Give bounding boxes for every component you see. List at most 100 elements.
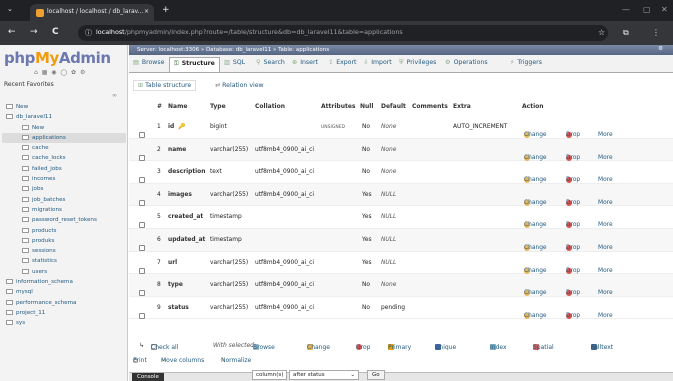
tree-item[interactable]: performance_schema [2,298,126,308]
checkbox-box[interactable] [139,222,145,229]
console-bar: Console column(s) after status ⌄ Go [129,370,673,381]
tree-item[interactable]: information_schema [2,277,126,287]
forward-icon[interactable]: → [30,27,38,37]
with-selected-label: With selected: [213,342,257,349]
position-select[interactable]: after status ⌄ [289,370,359,380]
tab-sql[interactable]: ▥ SQL [224,59,245,66]
tree-item[interactable]: db_laravel11 [2,112,126,122]
tree-item[interactable]: migrations [2,205,126,215]
tree-item[interactable]: job_batches [2,195,126,205]
minimize-icon[interactable]: — [622,5,630,14]
settings-gear-icon[interactable]: ⚙ [658,46,663,52]
recent-favorites-tabs[interactable]: Recent Favorites [4,81,54,88]
browser-menu-icon[interactable]: ⋮ [652,28,660,37]
column-name[interactable]: type [168,282,183,288]
tab-browse[interactable]: ▤ Browse [133,59,164,66]
maximize-icon[interactable]: ▢ [643,5,651,14]
tab-insert[interactable]: ⊕ Insert [292,59,318,66]
tree-item[interactable]: cache [2,143,126,153]
new-tab-button[interactable]: + [162,5,170,15]
console-toggle-button[interactable]: Console [132,373,164,381]
column-name[interactable]: status [168,305,189,311]
database-icon [6,289,13,295]
address-bar[interactable]: ⓘ localhost/phpmyadmin/index.php?route=/… [78,25,608,41]
sidebar-quick-icons[interactable]: ⌂ ▦ ◉ ◯ ✿ ⚙ [34,69,86,76]
col-header-name[interactable]: Name [168,103,187,110]
column-type: varchar(255) [210,304,249,311]
col-header-default: Default [381,103,406,110]
table-icon [22,268,29,274]
close-tab-icon[interactable]: × [144,8,149,15]
column-name[interactable]: id [168,124,174,130]
tab-table-structure[interactable]: ⊞ Table structure [133,80,197,91]
tree-item[interactable]: statistics [2,256,126,266]
column-name[interactable]: url [168,260,177,266]
column-collation: utf8mb4_0900_ai_ci [255,282,315,289]
tree-item[interactable]: password_reset_tokens [2,215,126,225]
tree-item-label: failed_jobs [32,165,62,172]
more-button-label: More [598,154,613,161]
checkbox-box[interactable] [139,312,145,319]
column-name[interactable]: images [168,192,192,198]
column-name[interactable]: name [168,147,186,153]
go-button[interactable]: Go [367,370,385,380]
row-num: 8 [157,282,161,289]
column-name[interactable]: created_at [168,214,203,220]
checkbox-box[interactable] [139,177,145,184]
breadcrumb-text[interactable]: Server: localhost:3306 » Database: db_la… [137,47,329,53]
tree-item[interactable]: cache_locks [2,153,126,163]
tab-privileges[interactable]: ⛨ Privileges [399,59,436,67]
column-name[interactable]: updated_at [168,237,205,243]
phpmyadmin-logo[interactable]: phpMyAdmin [4,49,111,67]
tree-item[interactable]: incomes [2,174,126,184]
table-icon [22,196,29,202]
tab-export[interactable]: ⇪ Export [328,59,356,66]
table-icon [22,145,29,151]
window-close-icon[interactable]: ✕ [661,5,668,14]
extensions-icon[interactable]: ⧉ [623,28,629,38]
checkbox-box[interactable] [139,132,145,138]
checkbox-box[interactable] [139,290,145,297]
tab-label: Structure [181,60,215,67]
column-collation: utf8mb4_0900_ai_ci [255,146,315,153]
tree-item[interactable]: jobs [2,184,126,194]
tree-item[interactable]: project_11 [2,308,126,318]
tree-item[interactable]: sys [2,318,126,328]
tab-import[interactable]: ⇩ Import [363,59,392,66]
tree-item[interactable]: New [2,123,126,133]
col-header-null: Null [360,103,374,110]
checkbox-box[interactable] [139,244,145,251]
tree-item[interactable]: produks [2,236,126,246]
back-icon[interactable]: ← [8,27,16,37]
tree-item-label: products [32,227,57,234]
checkbox-box[interactable] [139,267,145,274]
favicon-icon [36,9,44,17]
tree-item[interactable]: failed_jobs [2,164,126,174]
tree-item[interactable]: sessions [2,246,126,256]
checkbox-box[interactable] [139,199,145,206]
tree-item[interactable]: users [2,267,126,277]
tab-list-chevron-icon[interactable]: ⌄ [7,5,13,13]
tree-item[interactable]: applications [2,132,126,144]
browser-tab[interactable]: localhost / localhost / db_larav... × [30,4,154,21]
tab-search[interactable]: ⚲ Search [256,59,285,66]
reload-icon[interactable]: C [52,27,59,37]
column-name[interactable]: description [168,169,205,175]
column-default: NULL [381,191,397,198]
tab-operations[interactable]: ⚙ Operations [445,59,488,66]
bookmark-star-icon[interactable]: ☆ [598,28,605,37]
tree-item[interactable]: mysql [2,287,126,297]
column-default: NULL [381,214,397,221]
drop-button-label: Drop [566,222,581,229]
tab-relation-view[interactable]: ⇄ Relation view [215,82,264,89]
table-icon [22,134,29,140]
tab-structure[interactable]: ⚿ Structure [169,57,220,72]
primary-key-icon: 🔑 [178,124,186,130]
collapse-link-icon[interactable]: ∞ [112,92,117,99]
tree-item[interactable]: products [2,226,126,236]
tree-item[interactable]: New [2,102,126,112]
columns-count-select[interactable]: column(s) [252,370,288,380]
tab-triggers[interactable]: ⚡ Triggers [510,59,542,66]
checkbox-box[interactable] [139,154,145,161]
site-info-icon[interactable]: ⓘ [85,28,92,38]
